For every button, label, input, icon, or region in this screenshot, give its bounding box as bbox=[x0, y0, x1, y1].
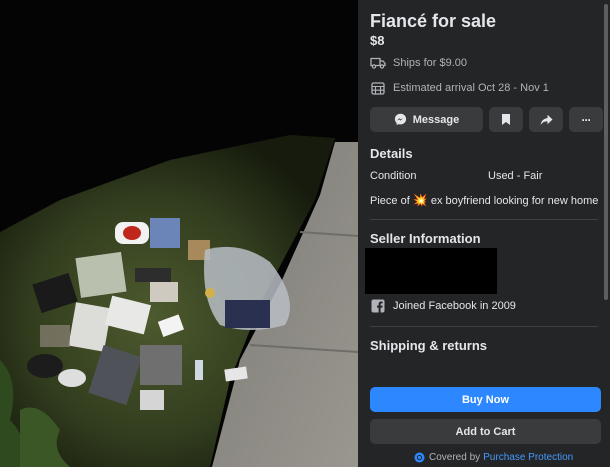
condition-label: Condition bbox=[370, 170, 417, 182]
seller-heading: Seller Information bbox=[370, 231, 481, 246]
share-button[interactable] bbox=[529, 107, 563, 132]
joined-text: Joined Facebook in 2009 bbox=[393, 300, 516, 312]
more-options-button[interactable]: ··· bbox=[569, 107, 603, 132]
message-label: Message bbox=[412, 113, 460, 126]
condition-value: Used - Fair bbox=[488, 170, 543, 182]
buy-now-button[interactable]: Buy Now bbox=[370, 387, 601, 412]
seller-profile-redacted[interactable] bbox=[365, 248, 497, 294]
photo-scene bbox=[0, 0, 358, 467]
shipping-row: Ships for $9.00 bbox=[370, 55, 467, 71]
purchase-protection-link[interactable]: Purchase Protection bbox=[483, 452, 573, 463]
share-icon bbox=[540, 114, 553, 126]
covered-text: Covered by bbox=[429, 452, 481, 463]
arrival-text: Estimated arrival Oct 28 - Nov 1 bbox=[393, 82, 549, 94]
add-to-cart-button[interactable]: Add to Cart bbox=[370, 419, 601, 444]
shipping-returns-heading: Shipping & returns bbox=[370, 338, 487, 353]
description-text-end: ex boyfriend looking for new home bbox=[430, 195, 599, 207]
listing-description: Piece of 💥 ex boyfriend looking for new … bbox=[370, 193, 598, 207]
listing-price: $8 bbox=[370, 33, 385, 48]
facebook-icon bbox=[370, 298, 386, 314]
arrival-row: Estimated arrival Oct 28 - Nov 1 bbox=[370, 80, 549, 96]
calendar-icon bbox=[370, 80, 386, 96]
purchase-footer: Buy Now Add to Cart Covered by Purchase … bbox=[358, 378, 610, 467]
listing-title: Fiancé for sale bbox=[370, 11, 497, 31]
listing-photo[interactable] bbox=[0, 0, 358, 467]
shield-check-icon bbox=[414, 452, 425, 463]
more-label: ··· bbox=[581, 112, 592, 127]
truck-icon bbox=[370, 55, 386, 71]
joined-row: Joined Facebook in 2009 bbox=[370, 298, 516, 314]
shipping-text: Ships for $9.00 bbox=[393, 57, 467, 69]
purchase-protection: Covered by Purchase Protection bbox=[414, 452, 573, 463]
divider bbox=[370, 326, 598, 327]
listing-details-panel: Fiancé for sale $8 Ships for $9.00 Estim… bbox=[358, 0, 610, 467]
save-button[interactable] bbox=[489, 107, 523, 132]
scrollbar[interactable] bbox=[604, 4, 608, 300]
details-heading: Details bbox=[370, 146, 413, 161]
message-button[interactable]: Message bbox=[370, 107, 483, 132]
bookmark-icon bbox=[501, 113, 511, 126]
description-text-start: Piece of bbox=[370, 195, 410, 207]
messenger-icon bbox=[394, 113, 407, 126]
divider bbox=[370, 219, 598, 220]
explosion-emoji: 💥 bbox=[412, 193, 428, 207]
